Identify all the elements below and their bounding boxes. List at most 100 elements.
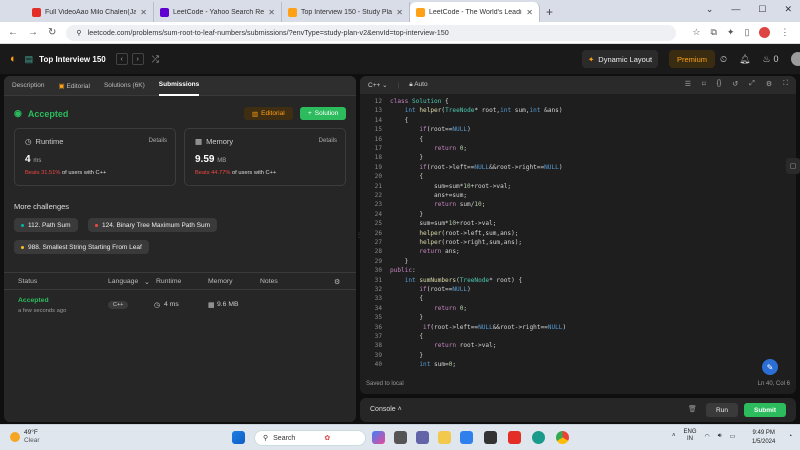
language-select[interactable]: C++ ⌄	[368, 81, 388, 89]
new-tab-icon[interactable]: +	[546, 2, 553, 22]
back-icon[interactable]: ←	[8, 27, 18, 38]
column-status[interactable]: Status	[18, 278, 37, 285]
teams-icon[interactable]	[416, 431, 429, 444]
code-line[interactable]: return root->val;	[390, 342, 496, 349]
bookmark-icon[interactable]: ⌑	[702, 80, 706, 88]
table-row[interactable]: Accepted a few seconds ago C++ ◷ 4 ms ▦ …	[4, 292, 356, 320]
avatar[interactable]	[790, 52, 800, 66]
weather-widget[interactable]: 49°F Clear	[10, 429, 40, 445]
braces-icon[interactable]: {}	[717, 80, 722, 88]
memory-details-link[interactable]: Details	[319, 138, 337, 144]
reload-icon[interactable]: ↻	[48, 27, 56, 38]
site-info-icon[interactable]: ⚲	[76, 28, 81, 37]
code-line[interactable]: helper(root->right,sum,ans);	[390, 239, 522, 246]
youtube-icon[interactable]	[508, 431, 521, 444]
chevron-down-icon[interactable]: ⌄	[144, 278, 150, 286]
close-icon[interactable]: ✕	[526, 8, 533, 17]
code-line[interactable]: return ans;	[390, 248, 459, 255]
clock[interactable]: 9:49 PM 1/5/2024	[752, 429, 775, 447]
challenge-chip[interactable]: 124. Binary Tree Maximum Path Sum	[88, 218, 218, 232]
tab-editorial[interactable]: ▣ Editorial	[59, 82, 90, 90]
code-line[interactable]: {	[390, 136, 423, 143]
code-line[interactable]: }	[390, 154, 423, 161]
submit-button[interactable]: Submit	[744, 403, 786, 417]
close-window-icon[interactable]: ✕	[784, 4, 792, 15]
photos-icon[interactable]	[460, 431, 473, 444]
chevron-up-icon[interactable]: ˄	[672, 433, 676, 439]
prev-problem-button[interactable]: ‹	[115, 53, 128, 65]
code-line[interactable]: int sum=0;	[390, 361, 456, 368]
studyplan-title[interactable]: Top Interview 150	[39, 55, 106, 64]
notification-bell-icon[interactable]: 🔔︎	[739, 54, 750, 65]
challenge-chip[interactable]: 112. Path Sum	[14, 218, 78, 232]
extension-icon[interactable]: ⧉	[710, 27, 716, 38]
notification-icon[interactable]: ◔	[788, 433, 792, 440]
code-line[interactable]: if(root==NULL)	[390, 286, 470, 293]
expand-icon[interactable]: ⛶	[783, 80, 788, 88]
battery-icon[interactable]: ▭	[730, 433, 736, 440]
taskbar-search[interactable]: ⚲ Search ✿	[254, 430, 366, 446]
profile-icon[interactable]	[759, 27, 771, 38]
close-icon[interactable]: ✕	[268, 8, 275, 17]
code-line[interactable]: if(root->left==NULL&&root->right==NULL)	[390, 164, 562, 171]
close-icon[interactable]: ✕	[140, 8, 147, 17]
chevron-down-icon[interactable]: ⌄	[706, 4, 714, 15]
browser-tab[interactable]: Full VideoAao Milo Chalen(Ja... ✕	[26, 2, 154, 22]
column-language[interactable]: Language	[108, 278, 138, 285]
tab-submissions[interactable]: Submissions	[158, 76, 200, 96]
shuffle-icon[interactable]: ⤮	[152, 54, 159, 65]
browser-tab[interactable]: Top Interview 150 - Study Plan... ✕	[282, 2, 410, 22]
code-area[interactable]: 12 class Solution {13 int helper(TreeNode…	[360, 98, 796, 374]
code-line[interactable]: ans+=sum;	[390, 192, 467, 199]
chat-assistant-button[interactable]: ✎	[762, 359, 778, 375]
streak-fire-icon[interactable]: ♨	[762, 54, 770, 65]
browser-tab-active[interactable]: LeetCode - The World's Leadin... ✕	[410, 2, 540, 22]
tab-solutions[interactable]: Solutions (6K)	[104, 82, 145, 89]
copilot-icon[interactable]	[372, 431, 385, 444]
language-indicator[interactable]: ENG IN	[684, 429, 697, 443]
store-icon[interactable]	[484, 431, 497, 444]
dynamic-layout-button[interactable]: ✦ Dynamic Layout	[582, 50, 659, 68]
extensions-puzzle-icon[interactable]: ✦	[727, 27, 735, 38]
volume-icon[interactable]: 🔊︎	[718, 433, 722, 440]
wifi-icon[interactable]: ◠	[705, 433, 710, 440]
runtime-card[interactable]: ◷ Runtime Details 4 ms Beats 31.51% of us…	[14, 128, 176, 186]
code-line[interactable]: if(root->left==NULL&&root->right==NULL)	[390, 324, 566, 331]
editorial-button[interactable]: ▥ Editorial	[244, 107, 293, 120]
challenge-chip[interactable]: 988. Smallest String Starting From Leaf	[14, 240, 149, 254]
trash-icon[interactable]: 🗑︎	[688, 405, 697, 413]
url-input[interactable]: ⚲ leetcode.com/problems/sum-root-to-leaf…	[66, 24, 677, 41]
leetcode-logo-icon[interactable]: ◐	[10, 53, 17, 65]
code-line[interactable]: sum=sum*10+root->val;	[390, 183, 511, 190]
runtime-details-link[interactable]: Details	[149, 138, 167, 144]
forward-icon[interactable]: →	[28, 27, 38, 38]
premium-button[interactable]: Premium	[669, 50, 716, 68]
code-line[interactable]: return sum/10;	[390, 201, 485, 208]
reset-icon[interactable]: ↺	[732, 80, 738, 88]
code-line[interactable]: {	[390, 295, 423, 302]
settings-gear-icon[interactable]: ⚙	[334, 278, 340, 286]
code-line[interactable]: public:	[390, 267, 416, 274]
edge-icon[interactable]	[532, 431, 545, 444]
code-line[interactable]: sum=sum*10+root->val;	[390, 220, 496, 227]
chrome-icon[interactable]	[556, 431, 569, 444]
code-line[interactable]: helper(root->left,sum,ans);	[390, 230, 518, 237]
memory-card[interactable]: ▦ Memory Details 9.59 MB Beats 44.77% of …	[184, 128, 346, 186]
close-icon[interactable]: ✕	[396, 8, 403, 17]
star-icon[interactable]: ☆	[692, 27, 700, 38]
code-line[interactable]: }	[390, 258, 409, 265]
fullscreen-icon[interactable]: ⤢	[749, 80, 755, 88]
row-status[interactable]: Accepted	[18, 297, 49, 304]
studyplan-list-icon[interactable]: ▤	[25, 54, 34, 65]
sidepanel-icon[interactable]: ▯	[744, 27, 749, 38]
run-button[interactable]: Run	[706, 403, 738, 417]
code-line[interactable]: {	[390, 333, 423, 340]
console-toggle[interactable]: Console ˄	[370, 406, 402, 413]
code-line[interactable]: }	[390, 211, 423, 218]
code-line[interactable]: {	[390, 117, 409, 124]
timer-icon[interactable]: ⏲	[720, 54, 727, 65]
code-line[interactable]: int helper(TreeNode* root,int sum,int &a…	[390, 107, 563, 114]
solution-button[interactable]: + Solution	[300, 107, 347, 120]
code-line[interactable]: class Solution {	[390, 98, 449, 105]
next-problem-button[interactable]: ›	[131, 53, 144, 65]
